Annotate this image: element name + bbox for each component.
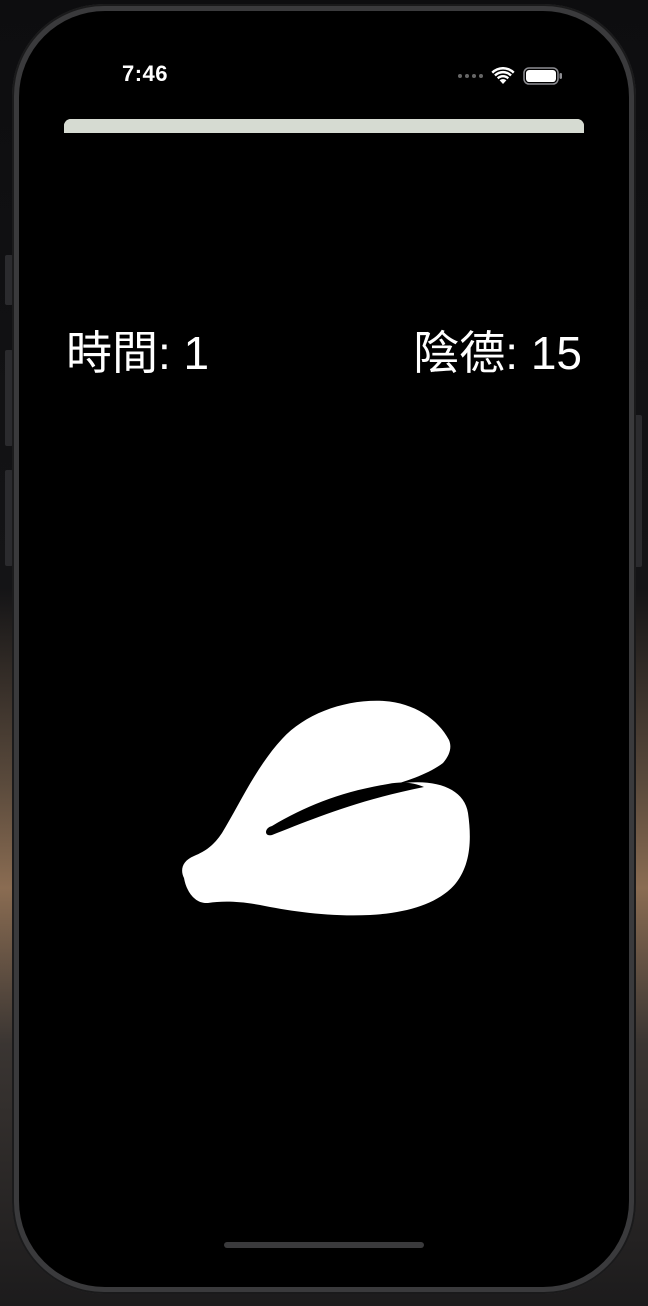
home-indicator[interactable] xyxy=(224,1242,424,1248)
wooden-fish-icon[interactable] xyxy=(178,695,478,935)
time-counter: 時間: 1 xyxy=(66,327,210,379)
timer-progress-bar xyxy=(64,119,584,133)
battery-icon xyxy=(523,67,562,85)
wifi-icon xyxy=(491,67,515,84)
status-icons xyxy=(458,65,563,87)
app-screen: 7:46 時間: 1 陰德: 15 xyxy=(23,15,625,1283)
cellular-signal-icon xyxy=(458,74,483,78)
merit-counter: 陰德: 15 xyxy=(413,327,582,379)
status-time: 7:46 xyxy=(121,61,169,86)
timer-progress-fill xyxy=(64,119,584,133)
